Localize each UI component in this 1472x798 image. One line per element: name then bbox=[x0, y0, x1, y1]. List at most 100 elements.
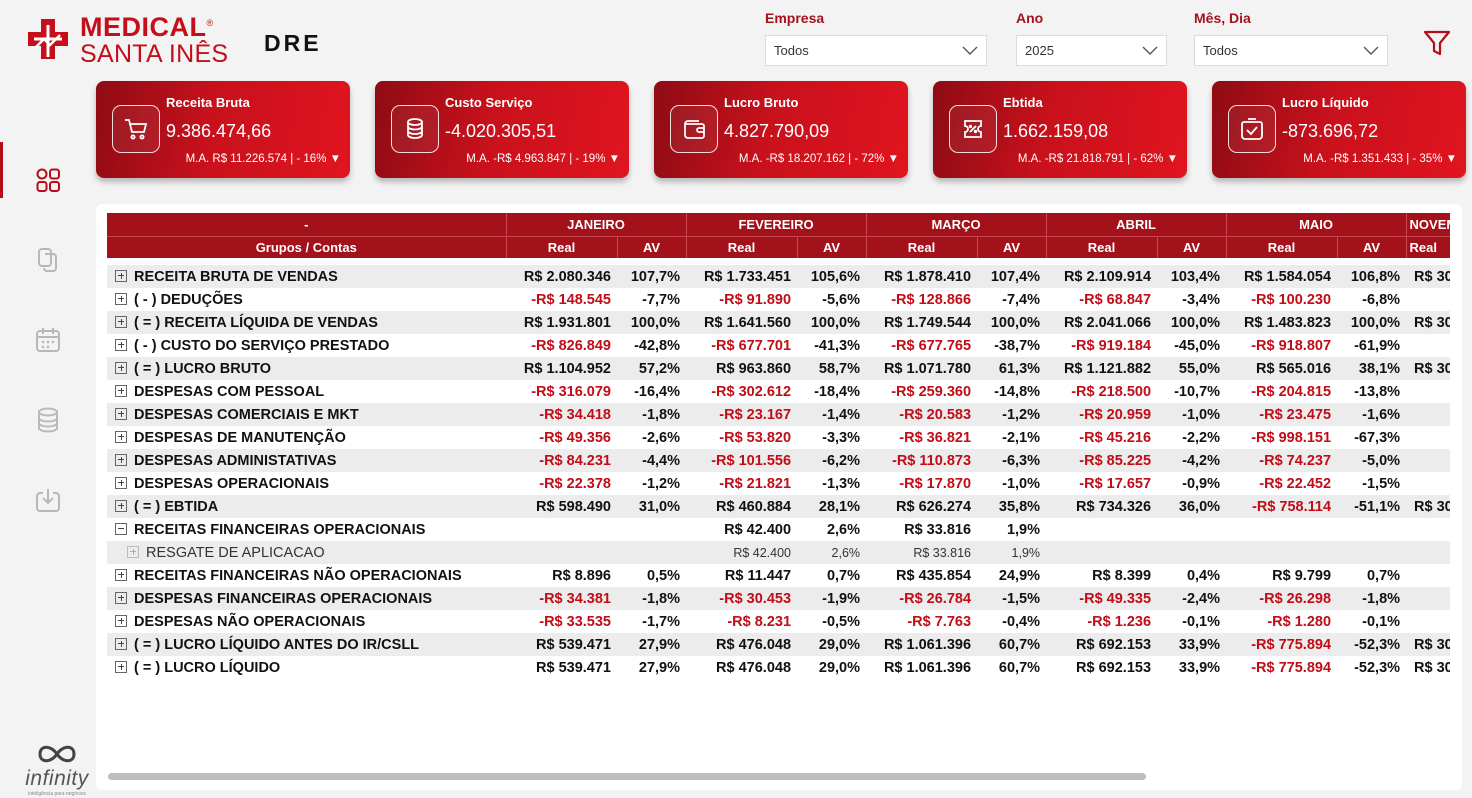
sidebar-item-dashboard[interactable] bbox=[0, 140, 96, 220]
table-cell: -R$ 84.231 bbox=[506, 449, 617, 472]
table-cell bbox=[1406, 426, 1450, 449]
table-row[interactable]: ( - ) CUSTO DO SERVIÇO PRESTADO -R$ 826.8… bbox=[107, 334, 1450, 357]
month-header[interactable]: ABRIL bbox=[1046, 213, 1227, 236]
expand-icon[interactable] bbox=[115, 361, 127, 374]
table-cell: -0,4% bbox=[1002, 613, 1041, 630]
expand-icon[interactable] bbox=[115, 384, 127, 397]
sidebar-item-database[interactable] bbox=[0, 380, 96, 460]
expand-icon[interactable] bbox=[115, 476, 127, 489]
table-cell: 31,0% bbox=[617, 495, 687, 518]
table-cell bbox=[1157, 518, 1226, 541]
table-row[interactable]: DESPESAS FINANCEIRAS OPERACIONAIS -R$ 34.… bbox=[107, 587, 1450, 610]
table-row[interactable]: ( = ) LUCRO BRUTO R$ 1.104.952 57,2% R$ 963… bbox=[107, 357, 1450, 380]
table-row[interactable]: DESPESAS ADMINISTATIVAS -R$ 84.231 -4,4% -R… bbox=[107, 449, 1450, 472]
sidebar-item-documents[interactable] bbox=[0, 220, 96, 300]
subheader-av[interactable]: AV bbox=[1157, 235, 1227, 258]
kpi-moving-average: M.A. -R$ 18.207.162 | - 72% ▼ bbox=[738, 153, 899, 165]
table-row[interactable]: ( - ) DEDUÇÕES -R$ 148.545 -7,7% -R$ 91.890… bbox=[107, 288, 1450, 311]
table-row[interactable]: RECEITAS FINANCEIRAS NÃO OPERACIONAIS R$ … bbox=[107, 564, 1450, 587]
subheader-real[interactable]: Real bbox=[506, 235, 618, 258]
kpi-title: Lucro Líquido bbox=[1282, 95, 1369, 110]
ano-dropdown[interactable]: 2025 bbox=[1016, 35, 1167, 66]
table-row[interactable]: RESGATE DE APLICACAO R$ 42.400 2,6% R$ 33.8… bbox=[107, 541, 1450, 564]
table-cell: 100,0% bbox=[977, 311, 1047, 334]
table-cell bbox=[1406, 610, 1450, 633]
chevron-down-icon bbox=[1142, 46, 1158, 55]
month-header[interactable]: NOVEMBRO bbox=[1406, 213, 1450, 236]
table-cell: 107,7% bbox=[617, 265, 687, 288]
subheader-real[interactable]: Real bbox=[1406, 235, 1450, 258]
subheader-av[interactable]: AV bbox=[977, 235, 1047, 258]
subheader-real[interactable]: Real bbox=[1046, 235, 1158, 258]
subheader-av[interactable]: AV bbox=[1337, 235, 1407, 258]
month-header[interactable]: JANEIRO bbox=[506, 213, 687, 236]
table-row[interactable]: DESPESAS OPERACIONAIS -R$ 22.378 -1,2% -R$ … bbox=[107, 472, 1450, 495]
table-row[interactable]: ( = ) LUCRO LÍQUIDO R$ 539.471 27,9% R$ 476… bbox=[107, 656, 1450, 679]
subheader-real[interactable]: Real bbox=[1226, 235, 1338, 258]
table-cell: -1,2% bbox=[977, 403, 1047, 426]
medical-cross-logo-icon bbox=[28, 18, 68, 59]
expand-icon[interactable] bbox=[115, 269, 127, 282]
expand-icon[interactable] bbox=[115, 637, 127, 650]
kpi-value: 9.386.474,66 bbox=[166, 121, 272, 141]
row-label-cell: ( - ) DEDUÇÕES bbox=[107, 288, 506, 311]
subheader-av[interactable]: AV bbox=[797, 235, 867, 258]
table-cell: -R$ 316.079 bbox=[531, 383, 611, 400]
expand-icon[interactable] bbox=[127, 545, 139, 558]
table-cell: -R$ 22.378 bbox=[539, 475, 611, 492]
sidebar-item-download[interactable] bbox=[0, 460, 96, 540]
mes-dia-dropdown[interactable]: Todos bbox=[1194, 35, 1388, 66]
table-cell: -2,6% bbox=[642, 429, 681, 446]
expand-icon[interactable] bbox=[115, 315, 127, 328]
subheader-real[interactable]: Real bbox=[686, 235, 798, 258]
row-label-cell: RESGATE DE APLICACAO bbox=[107, 541, 506, 564]
expand-icon[interactable] bbox=[115, 292, 127, 305]
expand-icon[interactable] bbox=[115, 407, 127, 420]
row-label: ( = ) LUCRO LÍQUIDO bbox=[134, 659, 281, 676]
table-cell bbox=[1046, 518, 1157, 541]
expand-icon[interactable] bbox=[115, 660, 127, 673]
expand-icon[interactable] bbox=[115, 591, 127, 604]
expand-icon[interactable] bbox=[115, 338, 127, 351]
row-label: RESGATE DE APLICACAO bbox=[146, 544, 325, 561]
table-row[interactable]: ( = ) RECEITA LÍQUIDA DE VENDAS R$ 1.931.… bbox=[107, 311, 1450, 334]
table-cell: -R$ 7.763 bbox=[907, 613, 972, 630]
empresa-dropdown[interactable]: Todos bbox=[765, 35, 987, 66]
table-cell: R$ 476.048 bbox=[686, 633, 798, 656]
download-icon bbox=[36, 489, 60, 512]
collapse-icon[interactable] bbox=[115, 522, 127, 535]
table-cell bbox=[617, 541, 687, 564]
table-row[interactable]: DESPESAS DE MANUTENÇÃO -R$ 49.356 -2,6% -R$… bbox=[107, 426, 1450, 449]
table-cell: R$ 692.153 bbox=[1046, 633, 1158, 656]
table-row[interactable]: DESPESAS NÃO OPERACIONAIS -R$ 33.535 -1,7%… bbox=[107, 610, 1450, 633]
expand-icon[interactable] bbox=[115, 568, 127, 581]
table-cell bbox=[1406, 587, 1450, 610]
month-header[interactable]: MARÇO bbox=[866, 213, 1047, 236]
month-header[interactable]: FEVEREIRO bbox=[686, 213, 867, 236]
table-row[interactable]: DESPESAS COM PESSOAL -R$ 316.079 -16,4% -R$… bbox=[107, 380, 1450, 403]
table-cell: -0,5% bbox=[822, 613, 861, 630]
table-cell: R$ 33.816 bbox=[866, 541, 978, 564]
expand-icon[interactable] bbox=[115, 453, 127, 466]
row-label-cell: RECEITAS FINANCEIRAS OPERACIONAIS bbox=[107, 518, 506, 541]
column-header-grupos-contas[interactable]: Grupos / Contas bbox=[107, 235, 507, 258]
table-row[interactable]: RECEITA BRUTA DE VENDAS R$ 2.080.346 107,7… bbox=[107, 265, 1450, 288]
month-header[interactable]: MAIO bbox=[1226, 213, 1407, 236]
table-cell: -R$ 68.847 bbox=[1079, 291, 1152, 308]
table-row[interactable]: ( = ) EBTIDA R$ 598.490 31,0% R$ 460.884 28,… bbox=[107, 495, 1450, 518]
subheader-av[interactable]: AV bbox=[617, 235, 687, 258]
table-cell: -42,8% bbox=[634, 337, 681, 354]
table-row[interactable]: ( = ) LUCRO LÍQUIDO ANTES DO IR/CSLL R$ 5… bbox=[107, 633, 1450, 656]
table-cell: -R$ 919.184 bbox=[1071, 337, 1152, 354]
subheader-real[interactable]: Real bbox=[866, 235, 978, 258]
table-row[interactable]: DESPESAS COMERCIAIS E MKT -R$ 34.418 -1,8%… bbox=[107, 403, 1450, 426]
expand-icon[interactable] bbox=[115, 614, 127, 627]
expand-icon[interactable] bbox=[115, 430, 127, 443]
expand-icon[interactable] bbox=[115, 499, 127, 512]
sidebar-item-calendar[interactable] bbox=[0, 300, 96, 380]
filter-funnel-icon[interactable] bbox=[1422, 28, 1452, 58]
horizontal-scrollbar[interactable] bbox=[108, 773, 1146, 780]
table-row[interactable]: RECEITAS FINANCEIRAS OPERACIONAIS R$ 42.4… bbox=[107, 518, 1450, 541]
table-cell: -1,8% bbox=[617, 587, 687, 610]
table-cell: R$ 1.061.396 bbox=[883, 659, 972, 676]
